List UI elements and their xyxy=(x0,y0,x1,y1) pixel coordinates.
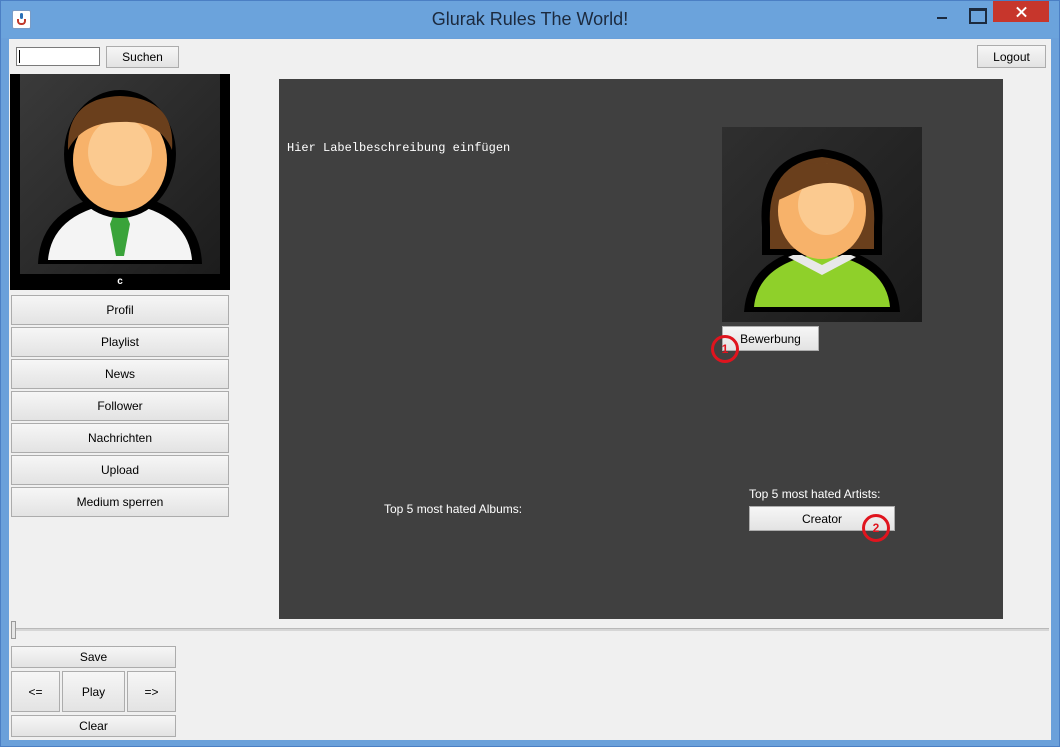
maximize-icon[interactable] xyxy=(961,1,991,24)
female-user-icon xyxy=(744,149,900,312)
annotation-marker-2: 2 xyxy=(862,514,890,542)
text-caret xyxy=(19,50,20,63)
label-panel: Hier Labelbeschreibung einfügen Bewerbun… xyxy=(279,79,1003,619)
nav-news-button[interactable]: News xyxy=(11,359,229,389)
profile-picture: c xyxy=(10,74,230,290)
nav-playlist-button[interactable]: Playlist xyxy=(11,327,229,357)
next-button[interactable]: => xyxy=(127,671,176,712)
previous-button[interactable]: <= xyxy=(11,671,60,712)
nav-follower-button[interactable]: Follower xyxy=(11,391,229,421)
app-window: Glurak Rules The World! Suchen Logout c … xyxy=(0,0,1060,747)
slider-thumb[interactable] xyxy=(11,621,16,639)
client-area: Suchen Logout c Profil Playlist News Fol… xyxy=(9,39,1051,740)
nav-nachrichten-button[interactable]: Nachrichten xyxy=(11,423,229,453)
hated-artists-label: Top 5 most hated Artists: xyxy=(749,487,881,501)
play-button[interactable]: Play xyxy=(62,671,125,712)
search-button[interactable]: Suchen xyxy=(106,46,179,68)
clear-button[interactable]: Clear xyxy=(11,715,176,737)
title-bar[interactable]: Glurak Rules The World! xyxy=(1,1,1059,38)
close-icon[interactable] xyxy=(993,1,1049,22)
label-picture xyxy=(722,127,922,322)
minimize-icon[interactable] xyxy=(926,1,956,22)
nav-upload-button[interactable]: Upload xyxy=(11,455,229,485)
hated-albums-label: Top 5 most hated Albums: xyxy=(384,502,523,516)
profile-name: c xyxy=(117,276,123,287)
save-button[interactable]: Save xyxy=(11,646,176,668)
search-input[interactable] xyxy=(16,47,100,66)
label-description: Hier Labelbeschreibung einfügen xyxy=(287,141,511,155)
annotation-marker-1: 1 xyxy=(711,335,739,363)
progress-slider[interactable] xyxy=(11,628,1049,631)
logout-button[interactable]: Logout xyxy=(977,45,1046,68)
nav-profil-button[interactable]: Profil xyxy=(11,295,229,325)
window-title: Glurak Rules The World! xyxy=(431,9,629,29)
nav-medium-sperren-button[interactable]: Medium sperren xyxy=(11,487,229,517)
male-user-icon xyxy=(38,90,202,264)
